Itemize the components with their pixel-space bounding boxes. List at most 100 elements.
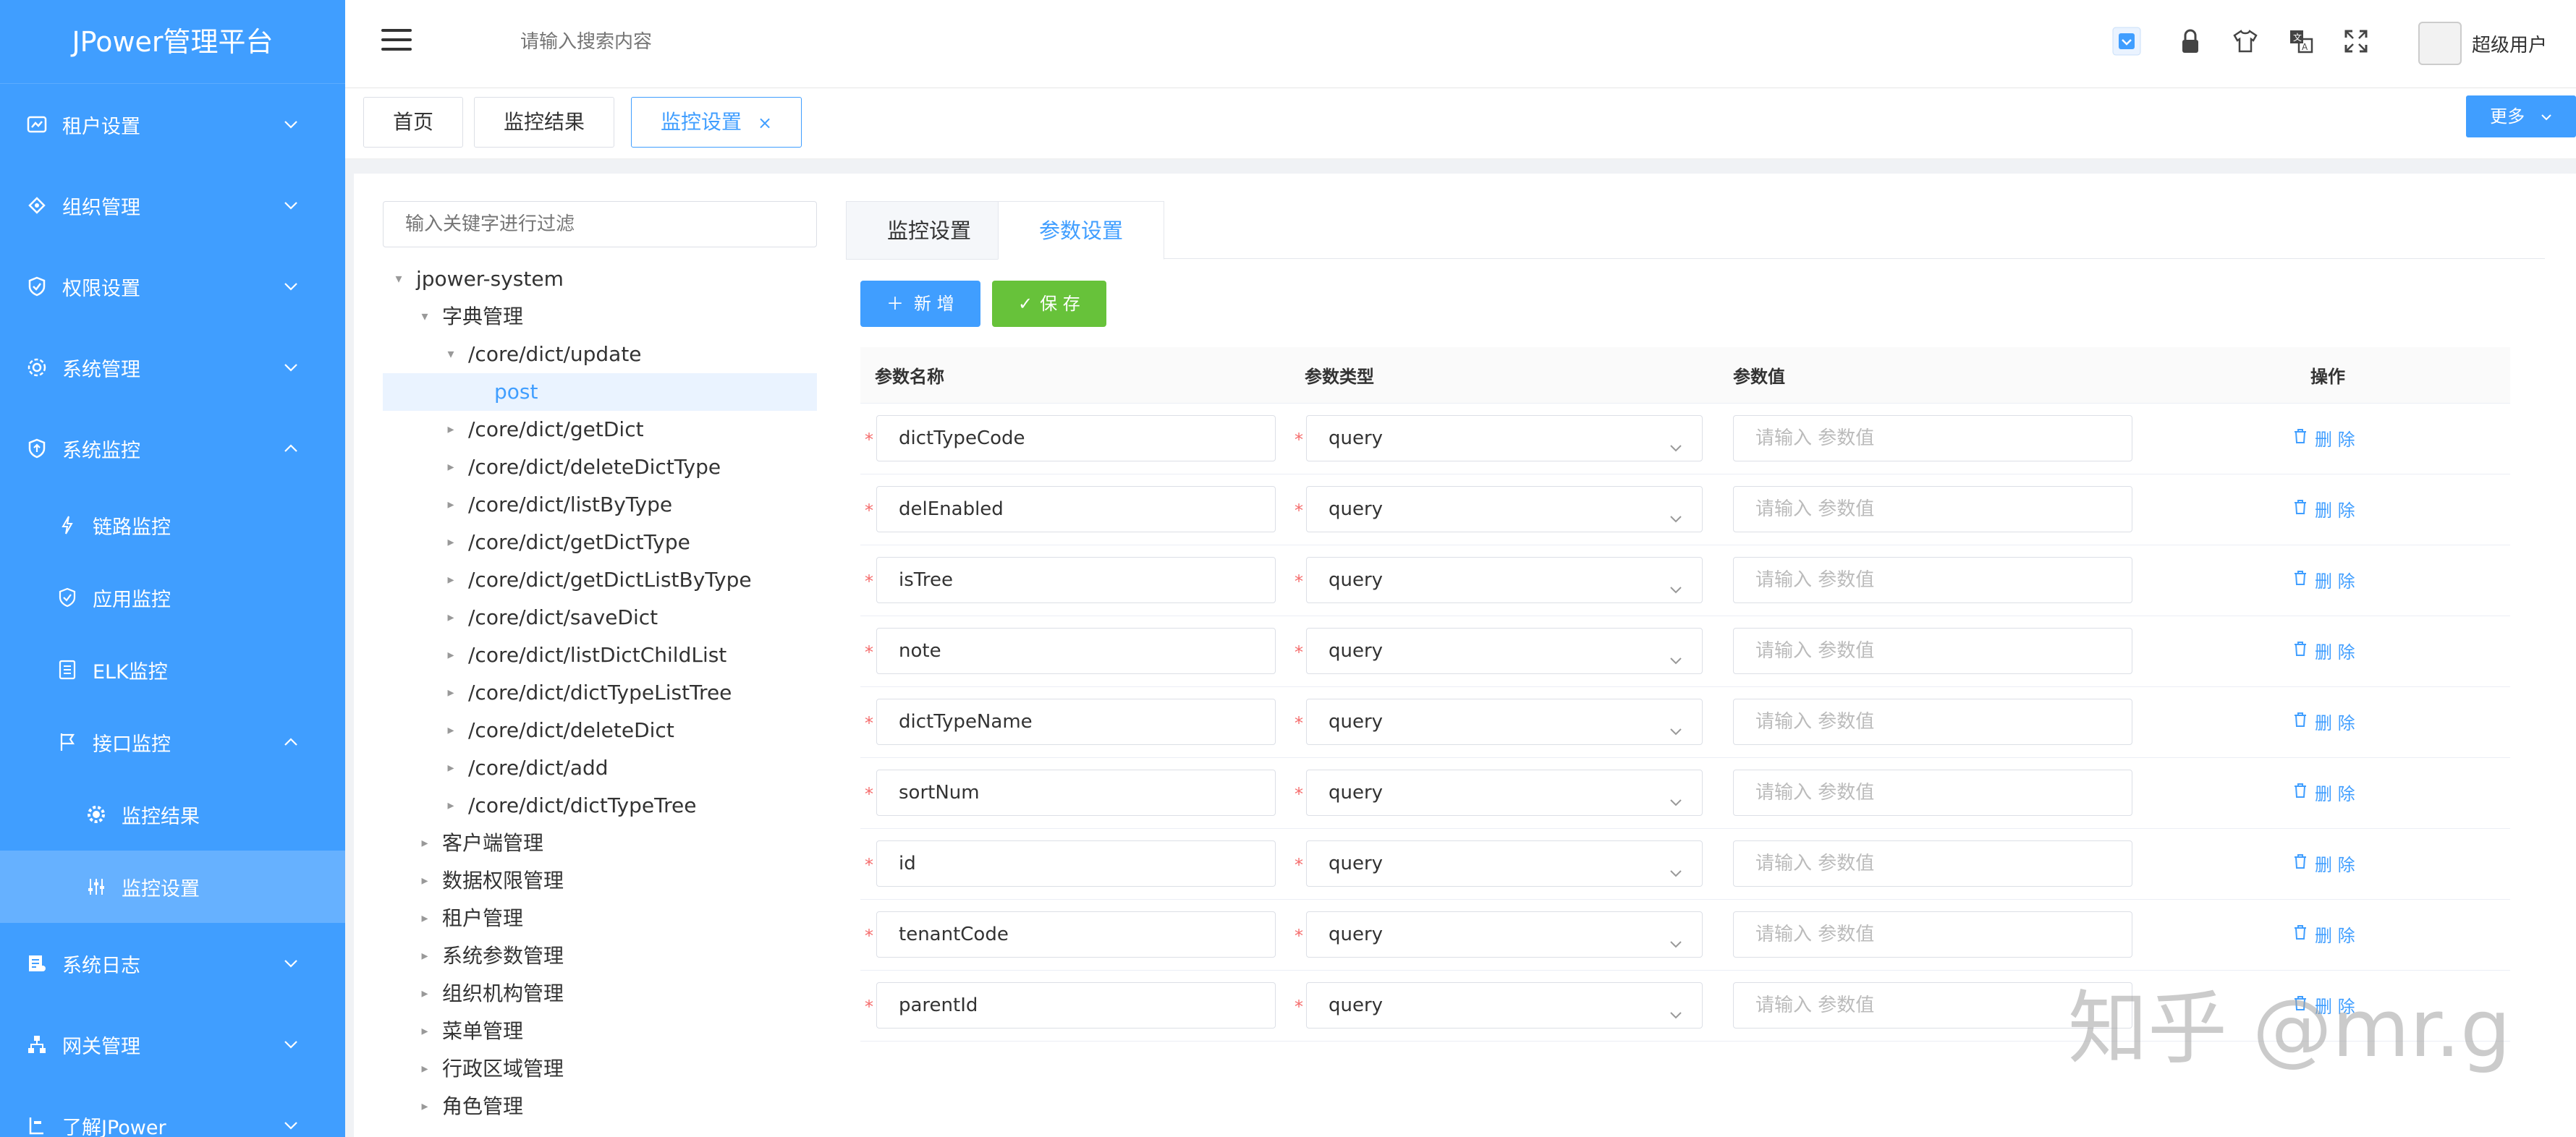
- param-name-input[interactable]: note: [876, 628, 1276, 674]
- sidebar-item-app-monitor[interactable]: 应用监控: [0, 561, 345, 634]
- tree-node-label: /core/dict/deleteDict: [468, 718, 674, 742]
- tree-node[interactable]: ▸ 角色管理: [383, 1088, 817, 1125]
- param-name-input[interactable]: sortNum: [876, 770, 1276, 816]
- sidebar-item-system[interactable]: 系统管理: [0, 327, 345, 408]
- tree-node-label: /core/dict/dictTypeListTree: [468, 681, 732, 704]
- tree-node[interactable]: ▾ jpower-system: [383, 260, 817, 298]
- sidebar-item-org[interactable]: 组织管理: [0, 165, 345, 246]
- tree-node[interactable]: ▸ /core/dict/getDictListByType: [383, 561, 817, 599]
- table-row: * isTree * query 请输入 参数值 删 除: [860, 545, 2510, 616]
- param-name-input[interactable]: isTree: [876, 557, 1276, 603]
- param-type-select[interactable]: query: [1306, 911, 1703, 958]
- tree-node[interactable]: ▸ /core/dict/listDictChildList: [383, 636, 817, 674]
- sidebar-item-monitor-settings[interactable]: 监控设置: [0, 851, 345, 923]
- param-value-input[interactable]: 请输入 参数值: [1733, 699, 2132, 745]
- sidebar-item-elk-monitor[interactable]: ELK监控: [0, 634, 345, 706]
- tab-param-settings[interactable]: 参数设置: [998, 201, 1165, 260]
- param-name-input[interactable]: dictTypeCode: [876, 415, 1276, 461]
- delete-button[interactable]: 删 除: [2293, 567, 2355, 592]
- tag-monitor-result[interactable]: 监控结果: [474, 97, 615, 148]
- param-name-input[interactable]: dictTypeName: [876, 699, 1276, 745]
- param-value-input[interactable]: 请输入 参数值: [1733, 557, 2132, 603]
- tree-node[interactable]: ▸ 租户管理: [383, 900, 817, 937]
- tree-node[interactable]: ▸ 行政区域管理: [383, 1050, 817, 1088]
- tree-node[interactable]: ▸ /core/dict/dictTypeListTree: [383, 674, 817, 712]
- translate-icon[interactable]: 文A: [2286, 26, 2316, 56]
- tag-home[interactable]: 首页: [363, 97, 464, 148]
- theme-shirt-icon[interactable]: [2230, 26, 2261, 56]
- param-type-select[interactable]: query: [1306, 557, 1703, 603]
- param-value-input[interactable]: 请输入 参数值: [1733, 911, 2132, 958]
- svg-text:A: A: [2302, 42, 2308, 52]
- param-type-select[interactable]: query: [1306, 770, 1703, 816]
- delete-button[interactable]: 删 除: [2293, 780, 2355, 805]
- tree-node[interactable]: ▸ /core/dict/add: [383, 749, 817, 787]
- param-name-input[interactable]: delEnabled: [876, 486, 1276, 532]
- param-type-select[interactable]: query: [1306, 628, 1703, 674]
- delete-button[interactable]: 删 除: [2293, 496, 2355, 521]
- delete-button[interactable]: 删 除: [2293, 921, 2355, 947]
- tree-node[interactable]: ▸ /core/dict/getDict: [383, 411, 817, 448]
- param-type-select[interactable]: query: [1306, 415, 1703, 461]
- fullscreen-icon[interactable]: [2341, 26, 2371, 56]
- sidebar-item-logs[interactable]: 系统日志: [0, 923, 345, 1004]
- delete-label: 删 除: [2315, 784, 2355, 804]
- sidebar-item-trace-monitor[interactable]: 链路监控: [0, 489, 345, 561]
- close-icon[interactable]: ×: [758, 113, 772, 133]
- tree-node[interactable]: ▸ 数据权限管理: [383, 862, 817, 900]
- tag-monitor-settings[interactable]: 监控设置 ×: [631, 97, 802, 148]
- tree-node[interactable]: ▸ /core/dict/deleteDictType: [383, 448, 817, 486]
- delete-button[interactable]: 删 除: [2293, 425, 2355, 451]
- param-name-input[interactable]: id: [876, 840, 1276, 887]
- delete-button[interactable]: 删 除: [2293, 851, 2355, 876]
- param-type-select[interactable]: query: [1306, 840, 1703, 887]
- lock-icon[interactable]: [2175, 26, 2206, 56]
- param-type-select[interactable]: query: [1306, 982, 1703, 1029]
- param-value-input[interactable]: 请输入 参数值: [1733, 628, 2132, 674]
- hamburger-menu-icon[interactable]: [381, 29, 412, 54]
- watermark: 知乎 @mr.g: [2067, 982, 2511, 1075]
- param-value-input[interactable]: 请输入 参数值: [1733, 840, 2132, 887]
- param-value-input[interactable]: 请输入 参数值: [1733, 415, 2132, 461]
- sidebar-item-tenant[interactable]: 租户设置: [0, 84, 345, 165]
- tree-filter-input[interactable]: [383, 201, 817, 247]
- avatar[interactable]: [2418, 22, 2462, 65]
- user-menu[interactable]: 超级用户: [2418, 22, 2547, 65]
- save-button[interactable]: ✓ 保 存: [992, 281, 1106, 327]
- tree-node[interactable]: ▸ 组织机构管理: [383, 975, 817, 1013]
- tab-monitor-settings[interactable]: 监控设置: [846, 201, 1013, 260]
- param-name-input[interactable]: parentId: [876, 982, 1276, 1029]
- tree-node[interactable]: ▾ 字典管理: [383, 298, 817, 336]
- tree-node[interactable]: ▸ /core/dict/listByType: [383, 486, 817, 524]
- username[interactable]: 超级用户: [2472, 30, 2547, 57]
- tree-node[interactable]: ▸ /core/dict/saveDict: [383, 599, 817, 636]
- sidebar-item-monitor-result[interactable]: 监控结果: [0, 778, 345, 851]
- search-input[interactable]: [519, 25, 953, 59]
- tree-node[interactable]: ▸ 客户端管理: [383, 825, 817, 862]
- param-name-input[interactable]: tenantCode: [876, 911, 1276, 958]
- sidebar-item-gateway[interactable]: 网关管理: [0, 1004, 345, 1085]
- delete-button[interactable]: 删 除: [2293, 709, 2355, 734]
- tree-node-selected[interactable]: post: [383, 373, 817, 411]
- sidebar-item-permission[interactable]: 权限设置: [0, 246, 345, 327]
- tree-node[interactable]: ▸ /core/dict/dictTypeTree: [383, 787, 817, 825]
- delete-button[interactable]: 删 除: [2293, 638, 2355, 663]
- sidebar-item-api-monitor[interactable]: 接口监控: [0, 706, 345, 778]
- tree-node[interactable]: ▸ /core/dict/getDictType: [383, 524, 817, 561]
- param-type-select[interactable]: query: [1306, 699, 1703, 745]
- add-button[interactable]: ＋ 新 增: [860, 281, 980, 327]
- param-type-select[interactable]: query: [1306, 486, 1703, 532]
- param-value-input[interactable]: 请输入 参数值: [1733, 770, 2132, 816]
- more-button[interactable]: 更多: [2466, 95, 2576, 137]
- dropdown-toggle-icon[interactable]: [2111, 26, 2142, 56]
- tree-node[interactable]: ▸ /core/dict/deleteDict: [383, 712, 817, 749]
- param-value-input[interactable]: 请输入 参数值: [1733, 486, 2132, 532]
- settings-tabs: 监控设置 参数设置: [846, 201, 2545, 260]
- tree-node[interactable]: ▸ 系统参数管理: [383, 937, 817, 975]
- sidebar-item-about[interactable]: 了解JPower: [0, 1085, 345, 1137]
- tree-node-label: jpower-system: [416, 267, 564, 291]
- tree-node[interactable]: ▾ /core/dict/update: [383, 336, 817, 373]
- delete-label: 删 除: [2315, 571, 2355, 592]
- sidebar-item-monitor[interactable]: 系统监控: [0, 408, 345, 489]
- tree-node[interactable]: ▸ 菜单管理: [383, 1013, 817, 1050]
